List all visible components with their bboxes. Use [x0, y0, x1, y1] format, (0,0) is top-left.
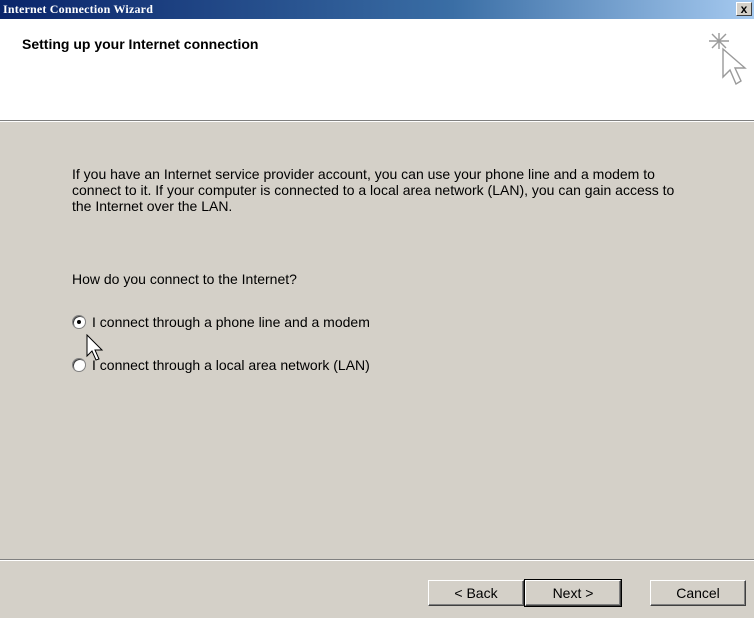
question-label: How do you connect to the Internet?: [72, 271, 297, 287]
back-button[interactable]: < Back: [428, 580, 524, 606]
header-divider: [0, 121, 754, 122]
option-phone-modem[interactable]: I connect through a phone line and a mod…: [72, 313, 370, 331]
page-title: Setting up your Internet connection: [22, 36, 259, 52]
mouse-pointer-icon: [86, 334, 104, 361]
close-button[interactable]: x: [736, 2, 752, 16]
option-phone-modem-label[interactable]: I connect through a phone line and a mod…: [92, 314, 370, 330]
wizard-header: Setting up your Internet connection: [0, 19, 754, 121]
radio-phone-modem[interactable]: [72, 315, 86, 329]
footer-divider-highlight: [0, 560, 754, 561]
radio-lan[interactable]: [72, 358, 86, 372]
cancel-button[interactable]: Cancel: [650, 580, 746, 606]
title-bar[interactable]: Internet Connection Wizard x: [0, 0, 754, 19]
window-title: Internet Connection Wizard: [3, 2, 154, 16]
next-button[interactable]: Next >: [524, 579, 622, 607]
description-text: If you have an Internet service provider…: [72, 166, 675, 214]
wizard-sparkle-cursor-icon: [709, 33, 747, 86]
option-lan-label[interactable]: I connect through a local area network (…: [92, 357, 370, 373]
option-lan[interactable]: I connect through a local area network (…: [72, 356, 370, 374]
